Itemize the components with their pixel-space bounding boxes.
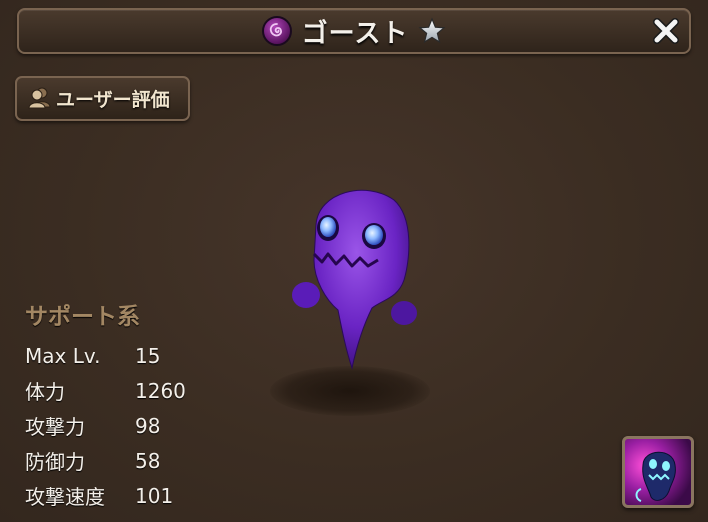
ghost-skill-icon[interactable]	[622, 436, 694, 508]
close-button[interactable]	[651, 16, 681, 46]
stat-label: 防御力	[25, 450, 85, 474]
stat-attack-speed: 攻撃速度 101	[25, 478, 186, 513]
stat-value: 58	[135, 448, 161, 473]
users-icon	[27, 85, 51, 113]
monster-type-label: サポート系	[25, 304, 140, 330]
stat-hp: 体力 1260	[25, 373, 186, 408]
stat-value: 98	[135, 413, 161, 438]
stat-value: 1260	[135, 378, 186, 403]
star-icon	[418, 17, 446, 45]
stat-value: 15	[135, 343, 161, 368]
page-title: ゴースト	[301, 18, 409, 49]
title-bar: ゴースト	[17, 8, 691, 54]
stat-value: 101	[135, 483, 174, 508]
ghost-monster-model	[286, 180, 426, 379]
dark-attribute-icon	[261, 16, 292, 46]
title-group: ゴースト	[19, 10, 689, 52]
stat-label: Max Lv.	[25, 343, 101, 368]
stats-list: Max Lv. 15 体力 1260 攻撃力 98 防御力 58 攻撃速度 10…	[25, 338, 186, 513]
stat-label: 攻撃速度	[25, 485, 105, 509]
ghost-silhouette-icon	[635, 451, 676, 502]
user-review-button[interactable]: ユーザー評価	[15, 76, 190, 121]
stat-max-level: Max Lv. 15	[25, 338, 186, 373]
close-x-icon	[653, 18, 679, 44]
stat-defense: 防御力 58	[25, 443, 186, 478]
stat-label: 攻撃力	[25, 415, 85, 439]
stat-attack: 攻撃力 98	[25, 408, 186, 443]
stat-label: 体力	[25, 380, 65, 404]
user-review-label: ユーザー評価	[56, 89, 170, 111]
